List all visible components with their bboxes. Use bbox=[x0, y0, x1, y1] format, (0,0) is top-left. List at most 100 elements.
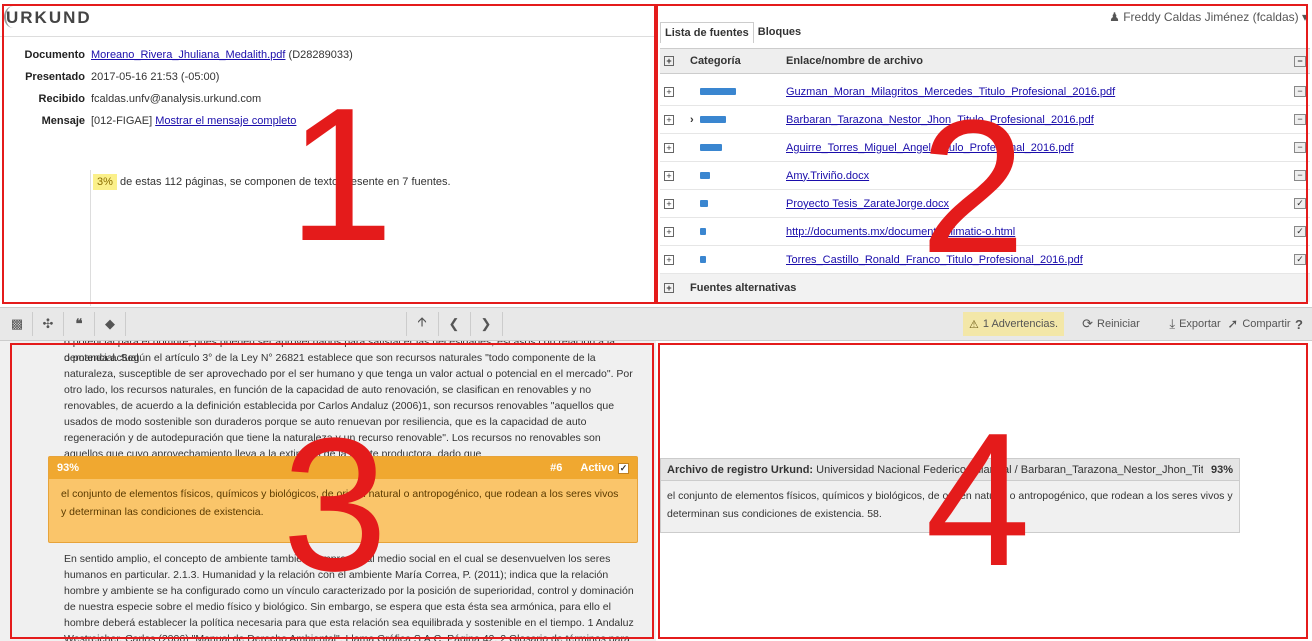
source-row[interactable]: + http://documents.mx/documents/climatic-… bbox=[660, 218, 1310, 246]
selected-arrow-icon: › bbox=[690, 113, 694, 126]
tag-icon[interactable]: ◆ bbox=[95, 308, 125, 340]
share-button[interactable]: ➚ Compartir bbox=[1227, 308, 1290, 340]
arrow-up-icon[interactable]: 🡩 bbox=[410, 308, 434, 340]
share-icon: ➚ bbox=[1227, 316, 1239, 331]
source-link[interactable]: Aguirre_Torres_Miguel_Angel_Titulo_Profe… bbox=[786, 142, 1074, 154]
source-row[interactable]: + Amy.Triviño.docx − bbox=[660, 162, 1310, 190]
received-label: Recibido bbox=[38, 93, 85, 105]
document-id: (D28289033) bbox=[288, 49, 353, 61]
expand-row-icon[interactable]: + bbox=[664, 142, 674, 153]
match-strength-bar bbox=[700, 116, 726, 123]
link-header: Enlace/nombre de archivo bbox=[786, 55, 923, 67]
source-link[interactable]: Proyecto Tesis_ZarateJorge.docx bbox=[786, 198, 949, 210]
expand-row-icon[interactable]: + bbox=[664, 86, 674, 97]
match-strength-bar bbox=[700, 200, 708, 207]
chevron-right-icon[interactable]: ❯ bbox=[474, 308, 498, 340]
user-name: Freddy Caldas Jiménez (fcaldas) bbox=[1123, 10, 1299, 24]
expand-row-icon[interactable]: + bbox=[664, 114, 674, 125]
source-category bbox=[690, 200, 786, 207]
expand-all-icon[interactable]: + bbox=[664, 56, 674, 66]
source-match-header: Archivo de registro Urkund: Universidad … bbox=[661, 459, 1239, 481]
meta-row-message: Mensaje [012-FIGAE] Mostrar el mensaje c… bbox=[0, 110, 656, 132]
match-strength-bar bbox=[700, 144, 722, 151]
similarity-summary: 3% de estas 112 páginas, se componen de … bbox=[93, 174, 451, 190]
meta-row-received: Recibido fcaldas.unfv@analysis.urkund.co… bbox=[0, 88, 656, 110]
message-value: [012-FIGAE] bbox=[91, 115, 153, 127]
chart-icon[interactable]: ▩ bbox=[2, 308, 32, 340]
expand-row-icon[interactable]: + bbox=[664, 170, 674, 181]
urkund-logo: URKUND bbox=[6, 8, 92, 27]
source-match-box: Archivo de registro Urkund: Universidad … bbox=[660, 458, 1240, 533]
similarity-percent-badge: 3% bbox=[93, 174, 117, 190]
source-checkbox[interactable]: − bbox=[1294, 142, 1306, 153]
similarity-summary-text: de estas 112 páginas, se componen de tex… bbox=[119, 176, 451, 188]
restart-button[interactable]: ⟳ Reiniciar bbox=[1066, 308, 1156, 340]
source-match-percent: 93% bbox=[1210, 463, 1233, 476]
tab-source-list[interactable]: Lista de fuentes bbox=[660, 22, 754, 43]
expand-row-icon[interactable]: + bbox=[664, 226, 674, 237]
document-label: Documento bbox=[24, 49, 86, 61]
source-category: › bbox=[690, 114, 786, 126]
match-strength-bar bbox=[700, 256, 706, 263]
source-checkbox[interactable]: − bbox=[1294, 170, 1306, 181]
source-link[interactable]: http://documents.mx/documents/climatic-o… bbox=[786, 226, 1015, 238]
match-header: 93% #6 Activo ✓ bbox=[49, 457, 637, 479]
alternative-sources-row[interactable]: + Fuentes alternativas bbox=[660, 274, 1310, 302]
match-strength-bar bbox=[700, 228, 706, 235]
source-view-panel: Archivo de registro Urkund: Universidad … bbox=[656, 341, 1312, 641]
expand-row-icon[interactable]: + bbox=[664, 254, 674, 265]
source-link[interactable]: Barbaran_Tarazona_Nestor_Jhon_Titulo_Pro… bbox=[786, 114, 1094, 126]
user-menu[interactable]: ♟ Freddy Caldas Jiménez (fcaldas) ▾ bbox=[1109, 10, 1308, 24]
expand-row-icon[interactable]: + bbox=[664, 198, 674, 209]
source-row[interactable]: + Guzman_Moran_Milagritos_Mercedes_Titulo… bbox=[660, 78, 1310, 106]
show-full-message-link[interactable]: Mostrar el mensaje completo bbox=[155, 115, 296, 127]
restart-label: Reiniciar bbox=[1097, 318, 1140, 330]
source-link[interactable]: Guzman_Moran_Milagritos_Mercedes_Titulo_… bbox=[786, 86, 1115, 98]
help-icon[interactable]: ? bbox=[1288, 308, 1310, 340]
match-text: el conjunto de elementos físicos, químic… bbox=[61, 488, 619, 518]
source-row[interactable]: + › Barbaran_Tarazona_Nestor_Jhon_Titulo_P… bbox=[660, 106, 1310, 134]
source-archive-label: Archivo de registro Urkund: bbox=[667, 463, 814, 476]
match-number: #6 bbox=[550, 462, 563, 474]
source-row[interactable]: + Torres_Castillo_Ronald_Franco_Titulo_Pr… bbox=[660, 246, 1310, 274]
submitted-label: Presentado bbox=[25, 71, 85, 83]
warnings-button[interactable]: ⚠ 1 Advertencias. bbox=[963, 312, 1065, 336]
warning-icon: ⚠ bbox=[969, 318, 979, 331]
user-icon: ♟ bbox=[1109, 10, 1120, 24]
select-all-checkbox[interactable]: − bbox=[1294, 55, 1306, 67]
source-checkbox[interactable]: ✓ bbox=[1294, 198, 1306, 209]
source-checkbox[interactable]: ✓ bbox=[1294, 254, 1306, 265]
source-row[interactable]: + Aguirre_Torres_Miguel_Angel_Titulo_Prof… bbox=[660, 134, 1310, 162]
header-divider bbox=[0, 36, 656, 37]
target-icon[interactable]: ✣ bbox=[33, 308, 63, 340]
source-checkbox[interactable]: − bbox=[1294, 114, 1306, 125]
text-paragraph-2: En sentido amplio, el concepto de ambien… bbox=[64, 553, 634, 641]
toolbar-separator bbox=[502, 312, 503, 336]
match-active-label: Activo bbox=[580, 462, 614, 474]
match-strength-bar bbox=[700, 172, 710, 179]
source-checkbox[interactable]: − bbox=[1294, 86, 1306, 97]
summary-divider bbox=[90, 170, 91, 306]
match-highlight[interactable]: 93% #6 Activo ✓ el conjunto de elementos… bbox=[48, 456, 638, 543]
quote-icon[interactable]: ❝ bbox=[64, 308, 94, 340]
toolbar-separator bbox=[438, 312, 439, 336]
meta-row-document: Documento Moreano_Rivera_Jhuliana_Medali… bbox=[0, 44, 656, 66]
source-category bbox=[690, 172, 786, 179]
refresh-icon: ⟳ bbox=[1082, 316, 1094, 331]
tab-blocks[interactable]: Bloques bbox=[754, 22, 805, 43]
source-checkbox[interactable]: ✓ bbox=[1294, 226, 1306, 237]
warnings-label: 1 Advertencias. bbox=[982, 318, 1059, 330]
source-link[interactable]: Amy.Triviño.docx bbox=[786, 170, 869, 182]
expand-alt-icon[interactable]: + bbox=[664, 283, 674, 293]
source-archive-value: Universidad Nacional Federico Villarreal… bbox=[816, 463, 1203, 476]
text-paragraph-1: o potencial. Según el artículo 3° de la … bbox=[64, 352, 633, 460]
download-icon: ⤓ bbox=[1169, 316, 1176, 331]
source-link[interactable]: Torres_Castillo_Ronald_Franco_Titulo_Pro… bbox=[786, 254, 1083, 266]
source-match-text: el conjunto de elementos físicos, químic… bbox=[667, 490, 1233, 520]
document-link[interactable]: Moreano_Rivera_Jhuliana_Medalith.pdf bbox=[91, 49, 285, 61]
match-percent: 93% bbox=[57, 462, 80, 474]
chevron-left-icon[interactable]: ❮ bbox=[442, 308, 466, 340]
document-text-panel: o potencial para el hombre, pues pueden … bbox=[0, 341, 656, 641]
source-row[interactable]: + Proyecto Tesis_ZarateJorge.docx ✓ bbox=[660, 190, 1310, 218]
match-active-checkbox[interactable]: ✓ bbox=[618, 462, 629, 474]
